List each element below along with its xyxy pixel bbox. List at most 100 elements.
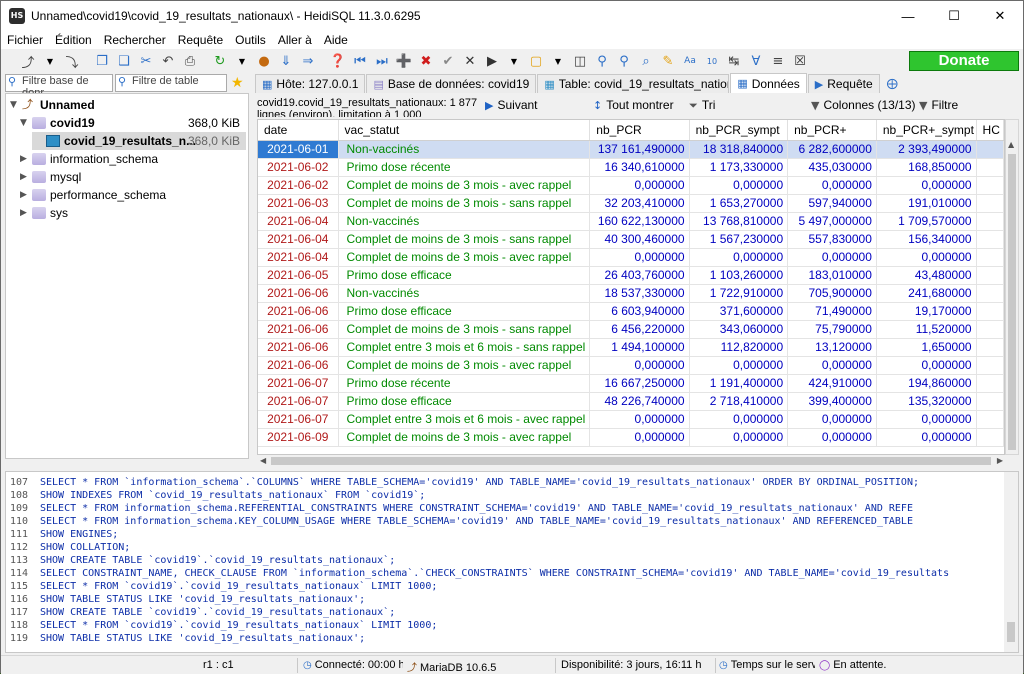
table-cell[interactable]: Non-vaccinés — [338, 212, 591, 231]
connect-icon[interactable]: ⤴ — [17, 50, 39, 72]
table-cell[interactable] — [976, 374, 1004, 393]
table-cell[interactable]: 18 537,330000 — [589, 284, 690, 303]
tree-node-performance-schema[interactable]: ▶ performance_schema — [20, 186, 166, 204]
table-cell[interactable]: Primo dose efficace — [338, 392, 591, 411]
table-cell[interactable]: 2021-06-07 — [258, 410, 339, 429]
table-cell[interactable]: 19,170000 — [876, 302, 977, 321]
table-row[interactable]: 2021-06-03 Complet de moins de 3 mois - s… — [258, 194, 1004, 213]
insert-row-icon[interactable]: ➕ — [393, 50, 415, 72]
table-cell[interactable]: 1 567,230000 — [689, 230, 789, 249]
table-cell[interactable]: 0,000000 — [689, 248, 789, 267]
dropdown-arrow-icon[interactable]: ▼ — [547, 50, 569, 72]
table-row[interactable]: 2021-06-02 Primo dose récente 16 340,61000… — [258, 158, 1004, 177]
table-row[interactable]: 2021-06-07 Complet entre 3 mois et 6 mois… — [258, 410, 1004, 429]
tree-node-sys[interactable]: ▶ sys — [20, 204, 68, 222]
table-cell[interactable]: 6 603,940000 — [589, 302, 690, 321]
dropdown-arrow-icon[interactable]: ▼ — [39, 50, 61, 72]
uppercase-icon[interactable]: Aa — [679, 50, 701, 72]
sort-button[interactable]: ⏷ Tri — [689, 98, 715, 113]
table-cell[interactable]: 2021-06-06 — [258, 356, 339, 375]
table-cell[interactable]: Primo dose efficace — [338, 266, 591, 285]
table-cell[interactable]: 1 494,100000 — [589, 338, 690, 357]
table-row[interactable]: 2021-06-06 Complet de moins de 3 mois - s… — [258, 320, 1004, 339]
table-filter-input[interactable]: ⚲ Filtre de table — [115, 74, 227, 92]
table-cell[interactable]: 435,030000 — [787, 158, 877, 177]
grid-vertical-scrollbar[interactable]: ▲ — [1005, 119, 1019, 455]
column-header[interactable]: HC — [976, 120, 1004, 141]
table-cell[interactable]: 343,060000 — [689, 320, 789, 339]
table-cell[interactable]: 2021-06-01 — [258, 140, 339, 159]
table-row[interactable]: 2021-06-06 Complet de moins de 3 mois - a… — [258, 356, 1004, 375]
delete-row-icon[interactable]: ✖ — [415, 50, 437, 72]
expand-icon[interactable]: ▶ — [20, 186, 32, 204]
format-sql-icon[interactable]: ∀ — [745, 50, 767, 72]
table-cell[interactable] — [976, 302, 1004, 321]
table-cell[interactable]: 0,000000 — [689, 410, 789, 429]
menu-rechercher[interactable]: Rechercher — [98, 31, 172, 49]
table-cell[interactable]: 2021-06-04 — [258, 212, 339, 231]
save-icon[interactable]: ◫ — [569, 50, 591, 72]
menu-fichier[interactable]: Fichier — [1, 31, 49, 49]
table-cell[interactable]: 6 456,220000 — [589, 320, 690, 339]
table-cell[interactable]: 32 203,410000 — [589, 194, 690, 213]
table-cell[interactable]: Complet de moins de 3 mois - sans rappel — [338, 194, 591, 213]
table-row[interactable]: 2021-06-04 Complet de moins de 3 mois - s… — [258, 230, 1004, 249]
table-cell[interactable]: Complet de moins de 3 mois - sans rappel — [338, 230, 591, 249]
table-cell[interactable] — [976, 248, 1004, 267]
table-cell[interactable]: 1 709,570000 — [876, 212, 977, 231]
table-row[interactable]: 2021-06-05 Primo dose efficace 26 403,7600… — [258, 266, 1004, 285]
table-cell[interactable]: 2021-06-02 — [258, 176, 339, 195]
table-cell[interactable]: 241,680000 — [876, 284, 977, 303]
expand-icon[interactable]: ▶ — [20, 204, 32, 222]
table-cell[interactable]: 40 300,460000 — [589, 230, 690, 249]
table-cell[interactable]: 0,000000 — [787, 428, 877, 447]
filter-button[interactable]: ▼ Filtre — [919, 98, 958, 112]
favorites-star-icon[interactable]: ★ — [231, 75, 244, 91]
table-row[interactable]: 2021-06-04 Complet de moins de 3 mois - a… — [258, 248, 1004, 267]
table-cell[interactable]: 2021-06-06 — [258, 320, 339, 339]
disconnect-icon[interactable]: ⤵ — [61, 50, 83, 72]
table-cell[interactable]: 597,940000 — [787, 194, 877, 213]
columns-button[interactable]: ▼ Colonnes (13/13) — [811, 98, 916, 112]
tree-node-covid-table[interactable]: covid_19_resultats_n... 368,0 KiB — [32, 132, 246, 150]
table-cell[interactable] — [976, 176, 1004, 195]
sql-log-panel[interactable]: 107 SELECT * FROM `information_schema`.`C… — [5, 471, 1019, 653]
menu-requete[interactable]: Requête — [172, 31, 229, 49]
table-cell[interactable]: Primo dose récente — [338, 374, 591, 393]
table-cell[interactable]: Complet entre 3 mois et 6 mois - sans ra… — [338, 338, 591, 357]
expand-icon[interactable]: ▶ — [20, 168, 32, 186]
export-icon[interactable]: ⇒ — [297, 50, 319, 72]
grid-scroll-thumb[interactable] — [1008, 154, 1016, 450]
word-wrap-icon[interactable]: ↹ — [723, 50, 745, 72]
table-cell[interactable]: 2021-06-06 — [258, 338, 339, 357]
table-cell[interactable]: 0,000000 — [589, 356, 690, 375]
column-header[interactable]: nb_PCR_sympt — [689, 120, 789, 141]
menu-edition[interactable]: Édition — [49, 31, 98, 49]
table-cell[interactable] — [976, 338, 1004, 357]
table-cell[interactable]: 2021-06-07 — [258, 374, 339, 393]
table-cell[interactable]: 0,000000 — [689, 428, 789, 447]
table-row[interactable]: 2021-06-07 Primo dose efficace 48 226,7400… — [258, 392, 1004, 411]
collapse-icon[interactable]: ▼ — [20, 114, 32, 132]
table-cell[interactable]: 1 653,270000 — [689, 194, 789, 213]
next-button[interactable]: ▶ Suivant — [485, 98, 538, 112]
table-cell[interactable] — [976, 284, 1004, 303]
import-icon[interactable]: ⇓ — [275, 50, 297, 72]
tab-data[interactable]: ▦ Données — [730, 73, 807, 93]
table-cell[interactable] — [976, 230, 1004, 249]
scroll-right-icon[interactable]: ▶ — [997, 456, 1003, 465]
table-cell[interactable]: 2021-06-09 — [258, 428, 339, 447]
table-cell[interactable]: 0,000000 — [689, 176, 789, 195]
last-record-icon[interactable]: ⏭ — [371, 50, 393, 72]
table-cell[interactable]: 0,000000 — [589, 428, 690, 447]
copy-icon[interactable]: ❐ — [91, 50, 113, 72]
table-cell[interactable]: 43,480000 — [876, 266, 977, 285]
tree-node-information-schema[interactable]: ▶ information_schema — [20, 150, 158, 168]
table-cell[interactable]: 0,000000 — [787, 176, 877, 195]
table-cell[interactable]: 191,010000 — [876, 194, 977, 213]
dropdown-arrow-icon[interactable]: ▼ — [503, 50, 525, 72]
column-header[interactable]: nb_PCR+ — [787, 120, 877, 141]
folder-icon[interactable]: ▢ — [525, 50, 547, 72]
menu-aller-a[interactable]: Aller à — [272, 31, 318, 49]
menu-aide[interactable]: Aide — [318, 31, 354, 49]
